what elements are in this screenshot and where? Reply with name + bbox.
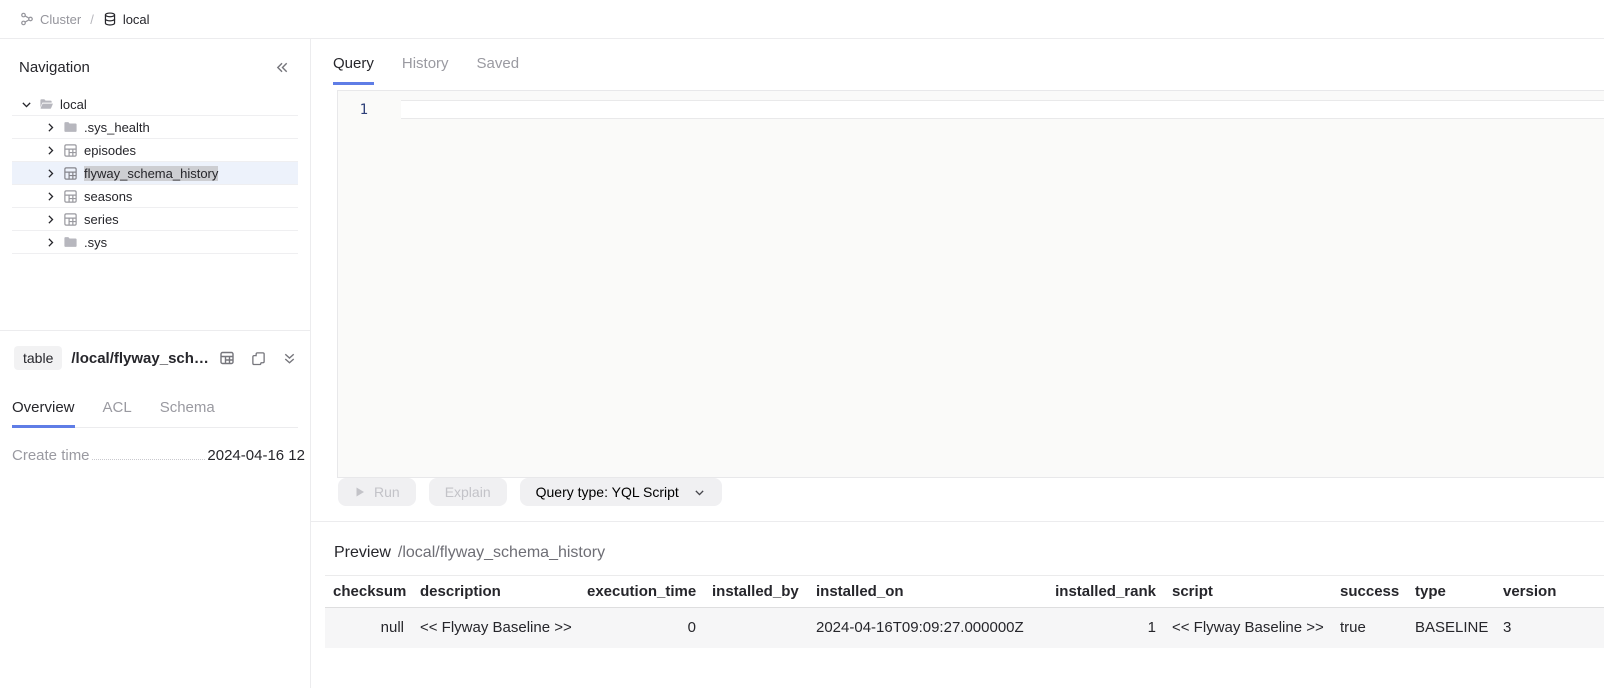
- chevron-right-icon[interactable]: [44, 190, 57, 203]
- cell-version: 3: [1495, 608, 1604, 648]
- cell-installed-by: [704, 608, 808, 648]
- table-icon: [63, 166, 78, 181]
- explain-button-label: Explain: [445, 484, 491, 500]
- tree-item-local[interactable]: local: [12, 93, 298, 116]
- cell-success: true: [1332, 608, 1407, 648]
- copy-icon[interactable]: [251, 351, 266, 366]
- chevron-right-icon[interactable]: [44, 121, 57, 134]
- preview-header: Preview /local/flyway_schema_history: [334, 544, 1604, 562]
- tree-item-flyway-schema-history[interactable]: flyway_schema_history: [12, 162, 298, 185]
- section-divider: [311, 521, 1604, 522]
- query-tabs: Query History Saved: [311, 39, 1604, 84]
- cell-execution-time: 0: [579, 608, 704, 648]
- column-header-description[interactable]: description: [412, 576, 579, 608]
- info-value: 2024-04-16 12: [207, 447, 305, 464]
- tab-overview[interactable]: Overview: [12, 399, 75, 428]
- tree-item-sys[interactable]: .sys: [12, 231, 298, 254]
- breadcrumb-separator: /: [90, 12, 94, 27]
- info-label: Create time: [12, 447, 90, 464]
- tree-item-label: .sys: [84, 235, 107, 250]
- dotted-leader: [92, 459, 206, 460]
- table-preview-icon[interactable]: [219, 350, 235, 366]
- entity-type-badge: table: [14, 346, 62, 370]
- cell-script: << Flyway Baseline >>: [1164, 608, 1332, 648]
- tree-item-label: series: [84, 212, 119, 227]
- breadcrumb: Cluster / local: [0, 0, 1604, 39]
- tab-acl[interactable]: ACL: [103, 399, 132, 428]
- cell-checksum: null: [325, 608, 412, 648]
- folder-icon: [63, 235, 78, 250]
- tree-item-sys-health[interactable]: .sys_health: [12, 116, 298, 139]
- double-chevron-down-icon[interactable]: [282, 351, 297, 366]
- breadcrumb-cluster[interactable]: Cluster: [20, 12, 81, 27]
- chevron-right-icon[interactable]: [44, 144, 57, 157]
- cell-installed-rank: 1: [1047, 608, 1164, 648]
- folder-open-icon: [39, 97, 54, 112]
- breadcrumb-database[interactable]: local: [103, 12, 150, 27]
- chevron-right-icon[interactable]: [44, 236, 57, 249]
- run-button[interactable]: Run: [338, 478, 416, 506]
- cell-type: BASELINE: [1407, 608, 1495, 648]
- double-chevron-left-icon[interactable]: [275, 60, 290, 75]
- column-header-script[interactable]: script: [1164, 576, 1332, 608]
- tree-item-label: local: [60, 97, 87, 112]
- breadcrumb-database-label: local: [123, 12, 150, 27]
- explain-button[interactable]: Explain: [429, 478, 507, 506]
- query-type-label: Query type: YQL Script: [536, 484, 679, 500]
- column-header-type[interactable]: type: [1407, 576, 1495, 608]
- query-type-dropdown[interactable]: Query type: YQL Script: [520, 478, 722, 506]
- tree-item-label: seasons: [84, 189, 132, 204]
- tree-item-episodes[interactable]: episodes: [12, 139, 298, 162]
- cluster-icon: [20, 12, 34, 26]
- tree-item-label: flyway_schema_history: [84, 166, 218, 181]
- entity-tabs: Overview ACL Schema: [12, 399, 298, 428]
- chevron-down-icon[interactable]: [20, 98, 33, 111]
- tab-schema[interactable]: Schema: [160, 399, 215, 428]
- chevron-right-icon[interactable]: [44, 213, 57, 226]
- play-icon: [354, 486, 366, 498]
- navigation-tree: local .sys_health: [0, 93, 310, 254]
- preview-table-header-row: checksum description execution_time inst…: [325, 576, 1604, 608]
- tab-saved[interactable]: Saved: [477, 55, 520, 85]
- tab-query[interactable]: Query: [333, 55, 374, 85]
- preview-path: /local/flyway_schema_history: [398, 544, 605, 562]
- chevron-down-icon: [693, 486, 706, 499]
- database-icon: [103, 12, 117, 26]
- editor-active-line: [401, 100, 1604, 119]
- breadcrumb-cluster-label: Cluster: [40, 12, 81, 27]
- cell-installed-on: 2024-04-16T09:09:27.000000Z: [808, 608, 1047, 648]
- tab-history[interactable]: History: [402, 55, 449, 85]
- tree-item-seasons[interactable]: seasons: [12, 185, 298, 208]
- folder-icon: [63, 120, 78, 135]
- column-header-version[interactable]: version: [1495, 576, 1604, 608]
- run-button-label: Run: [374, 484, 400, 500]
- navigation-panel: Navigation local: [0, 39, 310, 330]
- left-panel: Navigation local: [0, 39, 311, 688]
- query-panel: Query History Saved 1 Run Explain Query …: [311, 39, 1604, 688]
- chevron-right-icon[interactable]: [44, 167, 57, 180]
- editor-line-number: 1: [338, 102, 368, 118]
- table-icon: [63, 212, 78, 227]
- column-header-installed-rank[interactable]: installed_rank: [1047, 576, 1164, 608]
- preview-table: checksum description execution_time inst…: [325, 575, 1604, 648]
- info-row-create-time: Create time 2024-04-16 12: [12, 447, 305, 464]
- navigation-title: Navigation: [19, 59, 90, 76]
- tree-item-label: .sys_health: [84, 120, 150, 135]
- tree-item-label: episodes: [84, 143, 136, 158]
- table-icon: [63, 189, 78, 204]
- entity-panel: table /local/flyway_sch… Overview ACL: [0, 330, 310, 688]
- column-header-installed-by[interactable]: installed_by: [704, 576, 808, 608]
- column-header-success[interactable]: success: [1332, 576, 1407, 608]
- column-header-execution-time[interactable]: execution_time: [579, 576, 704, 608]
- preview-title: Preview: [334, 544, 391, 562]
- cell-description: << Flyway Baseline >>: [412, 608, 579, 648]
- table-icon: [63, 143, 78, 158]
- query-editor[interactable]: 1: [337, 90, 1604, 478]
- table-row[interactable]: null << Flyway Baseline >> 0 2024-04-16T…: [325, 608, 1604, 648]
- entity-path: /local/flyway_sch…: [71, 350, 209, 367]
- tree-item-series[interactable]: series: [12, 208, 298, 231]
- column-header-checksum[interactable]: checksum: [325, 576, 412, 608]
- column-header-installed-on[interactable]: installed_on: [808, 576, 1047, 608]
- query-actions: Run Explain Query type: YQL Script: [338, 478, 1604, 506]
